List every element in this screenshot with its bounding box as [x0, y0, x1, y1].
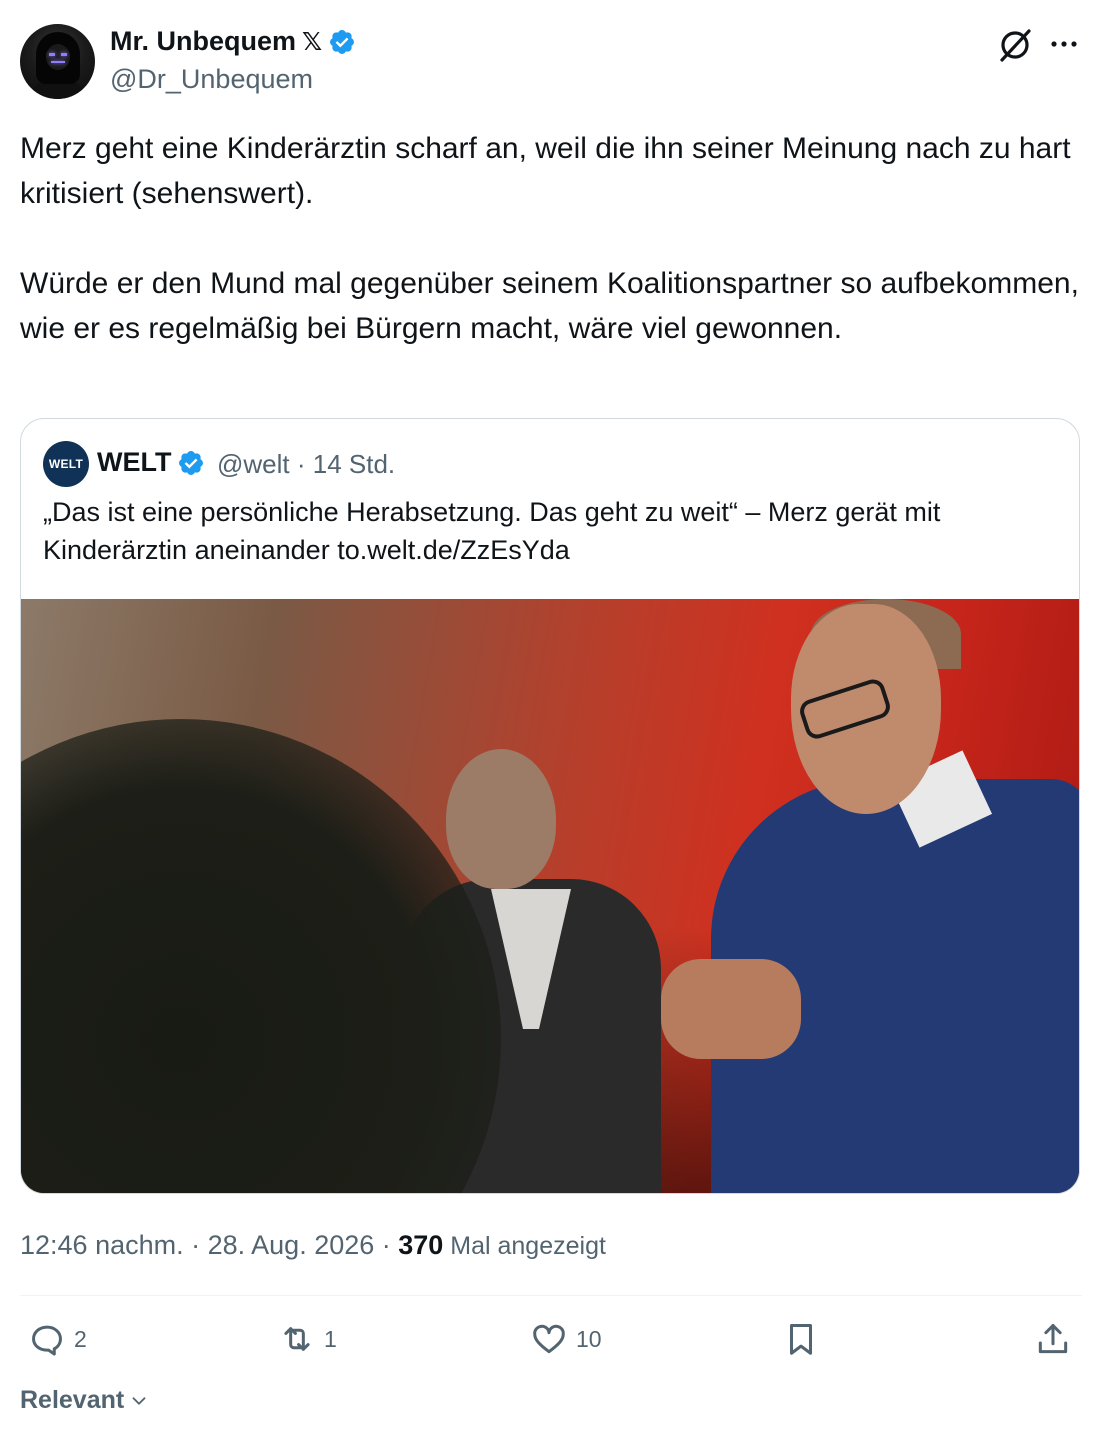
share-button[interactable]	[1034, 1320, 1072, 1358]
tweet-text: Merz geht eine Kinderärztin scharf an, w…	[20, 126, 1082, 351]
author-handle[interactable]: @Dr_Unbequem	[110, 64, 313, 95]
views-label: Mal angezeigt	[443, 1232, 606, 1260]
views-count: 370	[398, 1230, 444, 1260]
retweet-icon	[284, 1327, 310, 1351]
bookmark-button[interactable]	[782, 1320, 820, 1358]
reply-button[interactable]: 2	[28, 1320, 87, 1358]
x-logo-glyph: 𝕏	[302, 27, 323, 56]
like-count: 10	[576, 1325, 602, 1352]
verified-badge-icon	[179, 450, 204, 475]
verified-badge-icon	[330, 29, 355, 54]
quote-text: „Das ist eine persönliche Herabsetzung. …	[43, 497, 941, 565]
retweet-button[interactable]: 1	[278, 1320, 337, 1358]
quote-tweet-card[interactable]: WELT WELT @welt · 14 Std. „Das ist eine …	[20, 418, 1080, 1194]
reply-icon	[32, 1325, 62, 1356]
reply-count: 2	[74, 1325, 87, 1352]
quote-handle-time: @welt · 14 Std.	[217, 449, 396, 479]
quote-name-row[interactable]: WELT	[97, 447, 205, 478]
timestamp-date[interactable]: 12:46 nachm. · 28. Aug. 2026 ·	[20, 1230, 398, 1260]
tweet-paragraph-2: Würde er den Mund mal gegenüber seinem K…	[20, 267, 1079, 345]
sort-label: Relevant	[20, 1386, 125, 1414]
avatar-eye-right	[61, 53, 67, 56]
bookmark-icon	[789, 1324, 813, 1355]
author-avatar[interactable]	[20, 24, 95, 99]
share-icon	[1038, 1324, 1068, 1354]
tweet-paragraph-1: Merz geht eine Kinderärztin scharf an, w…	[20, 132, 1071, 210]
quote-photo[interactable]	[21, 599, 1079, 1193]
like-button[interactable]: 10	[530, 1320, 602, 1358]
more-icon[interactable]	[1046, 30, 1082, 58]
avatar-eye-left	[49, 53, 55, 56]
chevron-down-icon	[132, 1396, 146, 1405]
divider	[20, 1295, 1082, 1296]
sort-dropdown[interactable]: Relevant	[20, 1386, 150, 1415]
heart-icon	[533, 1324, 565, 1354]
quote-avatar[interactable]: WELT	[43, 441, 89, 487]
author-name-row[interactable]: Mr. Unbequem 𝕏	[110, 26, 356, 57]
quote-display-name[interactable]: WELT	[97, 447, 171, 478]
grok-icon[interactable]	[996, 26, 1034, 64]
tweet-timestamp: 12:46 nachm. · 28. Aug. 2026 · 370 Mal a…	[20, 1230, 606, 1261]
author-display-name[interactable]: Mr. Unbequem	[110, 26, 296, 57]
retweet-count: 1	[324, 1325, 337, 1352]
